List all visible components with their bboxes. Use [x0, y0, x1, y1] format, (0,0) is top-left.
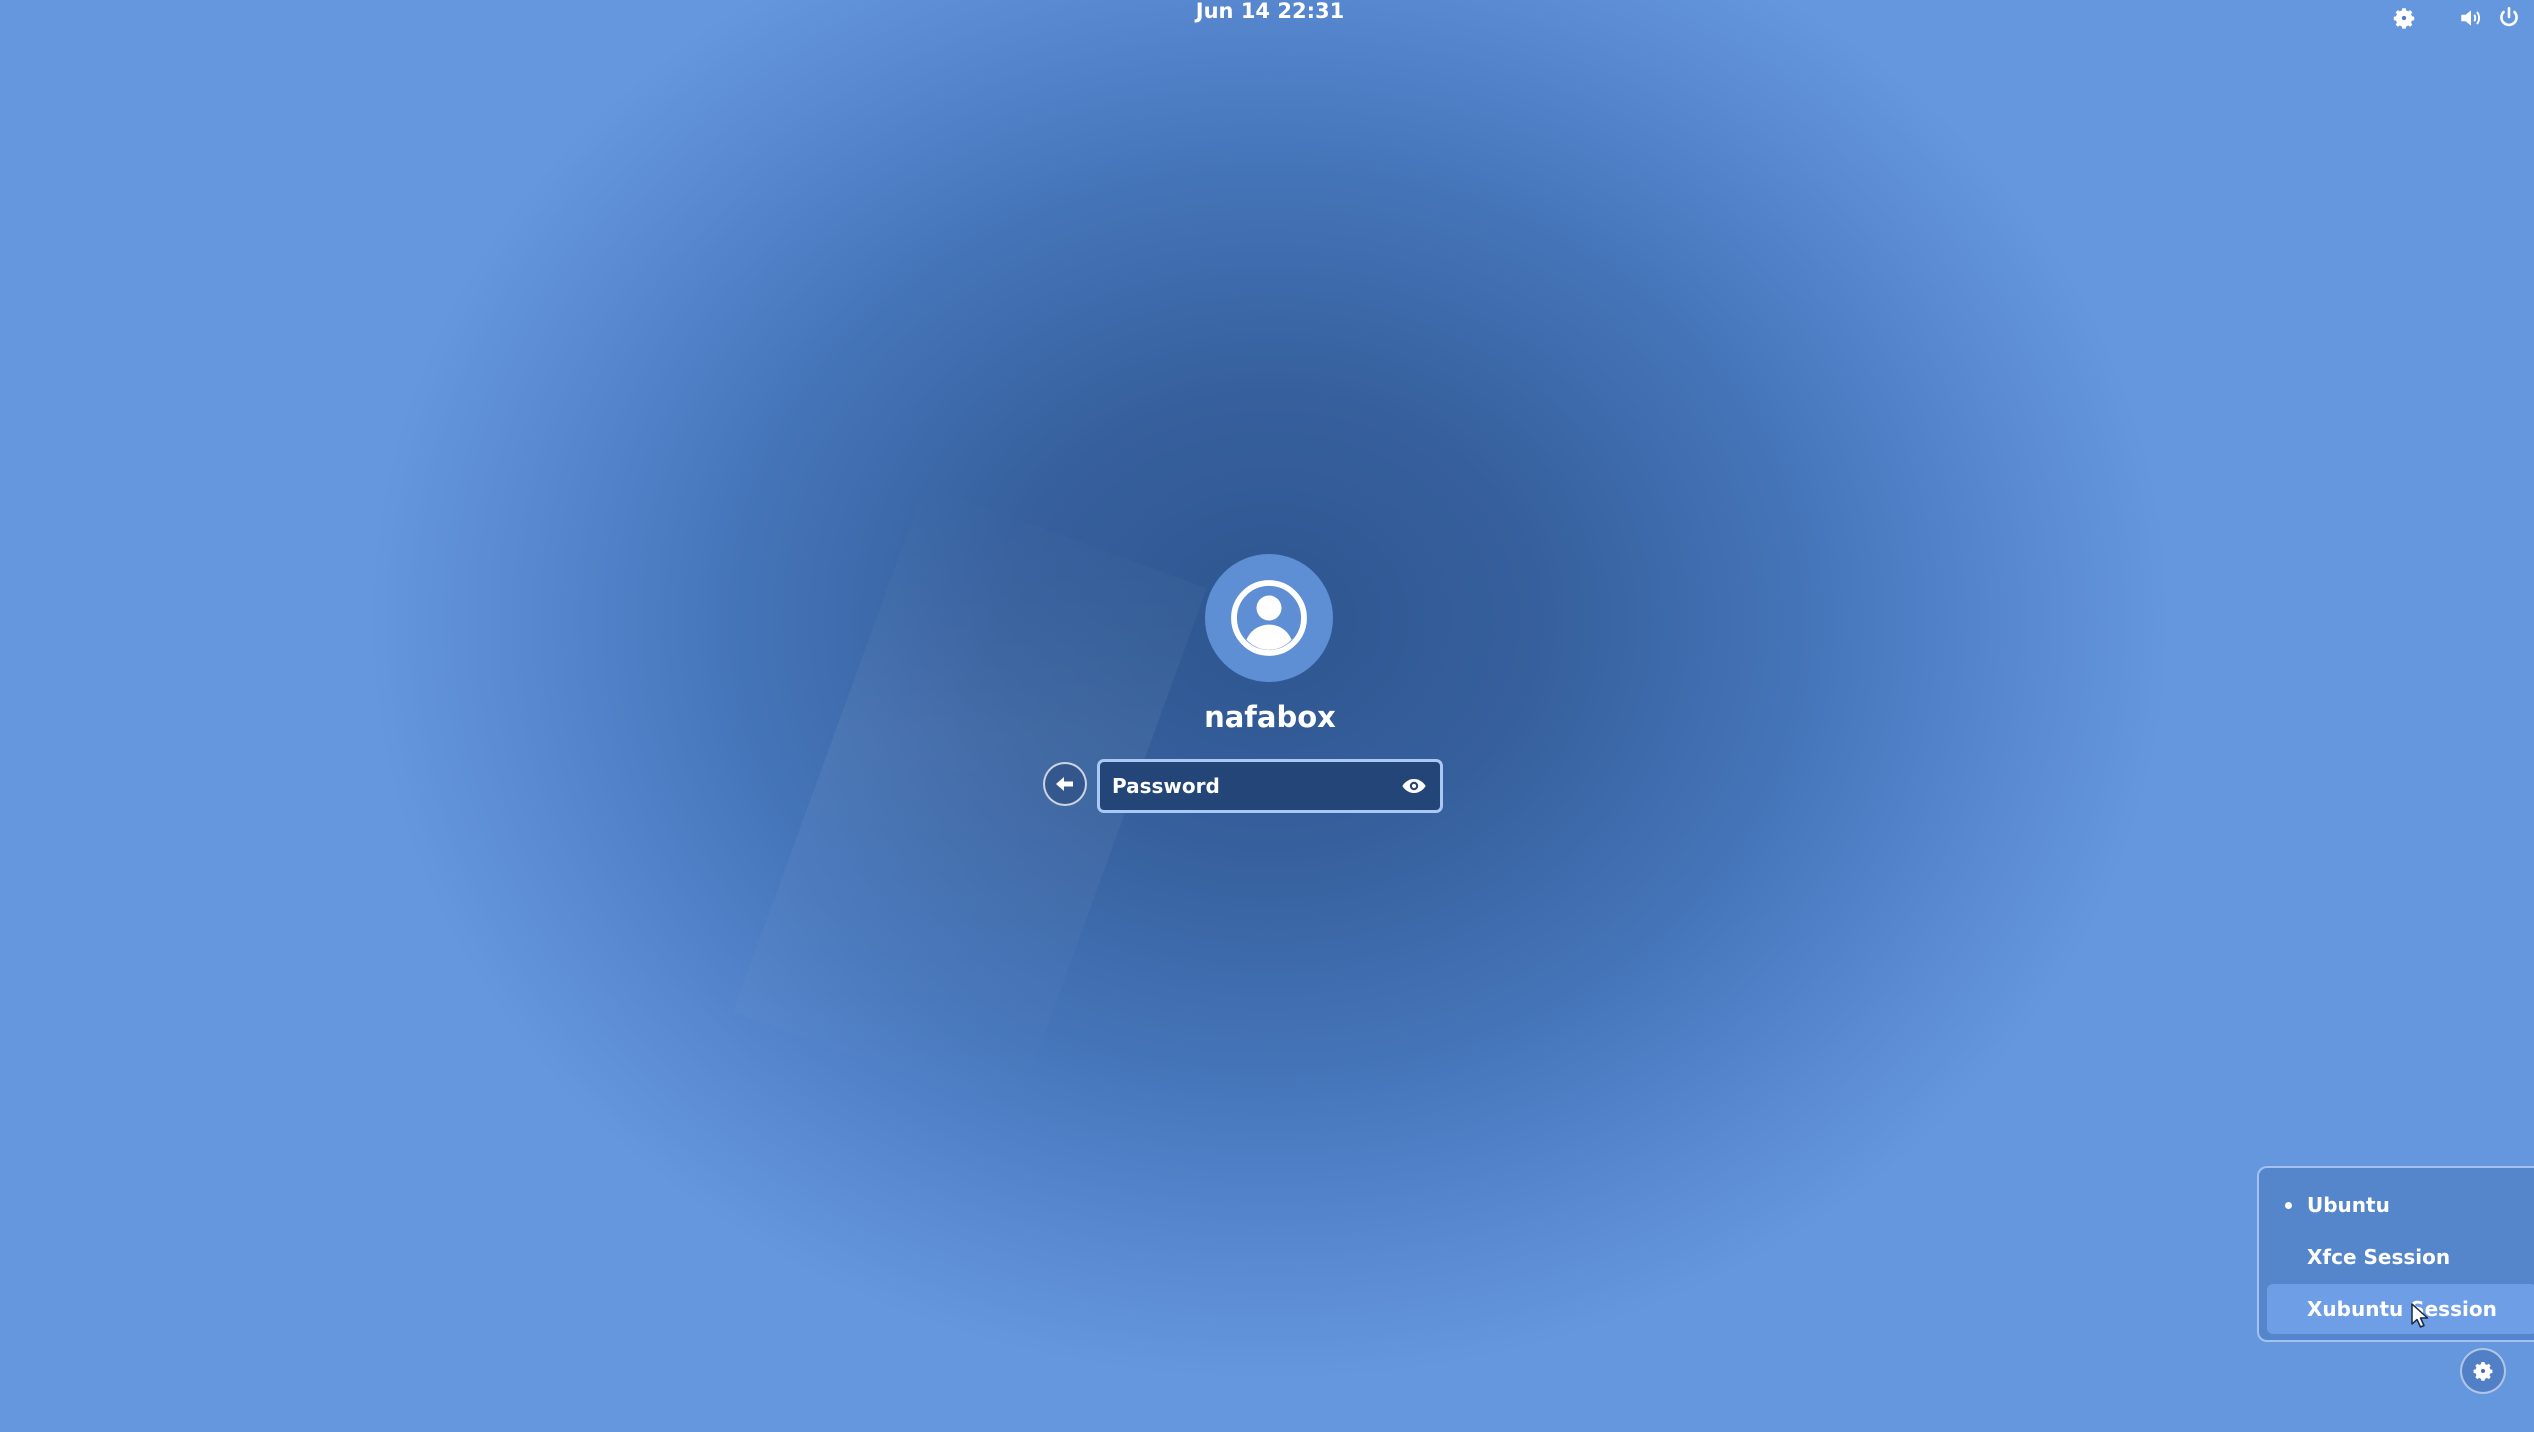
- session-settings-button[interactable]: [2460, 1348, 2506, 1394]
- gear-icon: [2473, 1362, 2493, 1381]
- power-icon[interactable]: [2495, 4, 2523, 32]
- session-label: Xubuntu Session: [2307, 1297, 2497, 1321]
- active-session-dot: [2285, 1202, 2292, 1209]
- back-button[interactable]: [1043, 762, 1087, 806]
- volume-icon[interactable]: [2457, 4, 2485, 32]
- user-avatar-icon: [1231, 580, 1307, 656]
- eye-icon[interactable]: [1394, 766, 1434, 806]
- session-label: Ubuntu: [2307, 1193, 2390, 1217]
- login-screen: Jun 14 22:31 nafabox Ubuntu Xfce Session…: [0, 0, 2534, 1432]
- session-item-xfce[interactable]: Xfce Session: [2267, 1232, 2534, 1282]
- session-label: Xfce Session: [2307, 1245, 2451, 1269]
- password-input[interactable]: [1100, 761, 1394, 811]
- user-avatar[interactable]: [1205, 554, 1333, 682]
- session-menu: Ubuntu Xfce Session Xubuntu Session: [2257, 1166, 2534, 1342]
- top-bar: Jun 14 22:31: [0, 0, 2534, 32]
- accessibility-gear-icon[interactable]: [2390, 4, 2418, 32]
- mouse-cursor-icon: [2411, 1303, 2429, 1328]
- username-label: nafabox: [1204, 700, 1336, 734]
- session-item-ubuntu[interactable]: Ubuntu: [2267, 1180, 2534, 1230]
- session-item-xubuntu[interactable]: Xubuntu Session: [2267, 1284, 2534, 1334]
- clock[interactable]: Jun 14 22:31: [1170, 0, 1370, 22]
- password-field[interactable]: [1097, 759, 1443, 813]
- back-arrow-icon: [1056, 777, 1073, 791]
